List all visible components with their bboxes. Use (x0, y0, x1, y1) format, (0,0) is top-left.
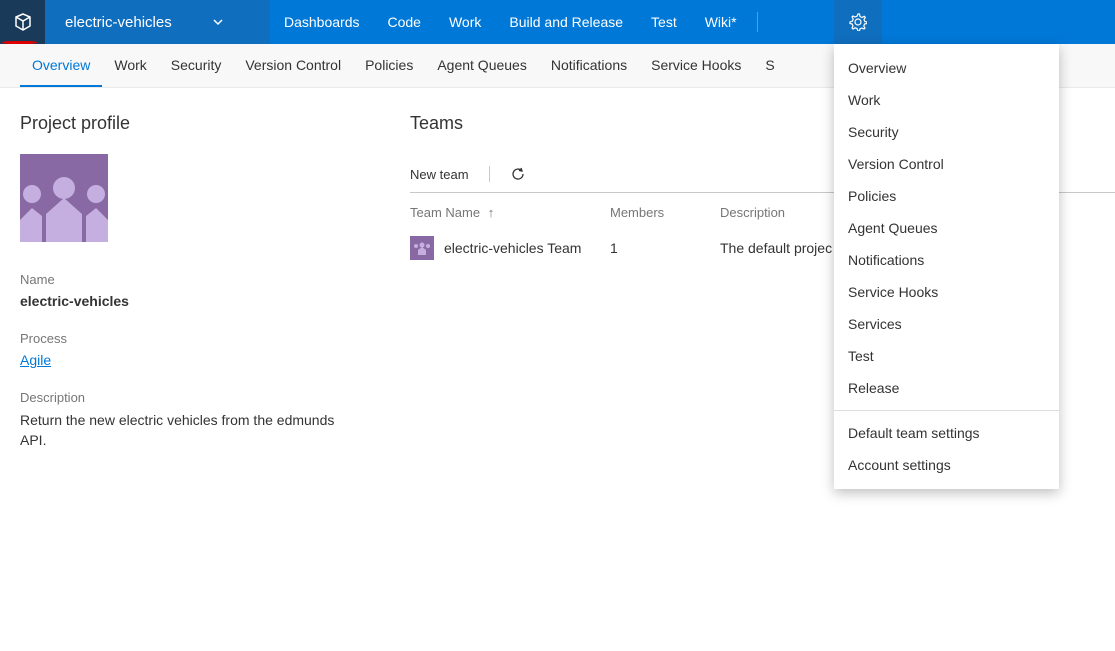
settings-dropdown-menu: Overview Work Security Version Control P… (834, 44, 1059, 489)
nav-test[interactable]: Test (637, 0, 691, 44)
refresh-icon[interactable] (510, 166, 526, 182)
vsts-logo-icon (13, 12, 33, 32)
menu-notifications[interactable]: Notifications (834, 244, 1059, 276)
subnav-agent-queues[interactable]: Agent Queues (425, 44, 539, 87)
gear-icon (849, 13, 867, 31)
process-label: Process (20, 331, 350, 346)
team-row-members: 1 (610, 240, 720, 256)
subnav-overview[interactable]: Overview (20, 44, 102, 87)
menu-agent-queues[interactable]: Agent Queues (834, 212, 1059, 244)
menu-divider (834, 410, 1059, 411)
name-value: electric-vehicles (20, 293, 350, 309)
description-value: Return the new electric vehicles from th… (20, 411, 350, 450)
chevron-down-icon (212, 16, 224, 28)
sort-asc-icon: ↑ (488, 205, 495, 220)
new-team-button[interactable]: New team (410, 167, 469, 182)
team-row-icon (410, 236, 434, 260)
subnav-work[interactable]: Work (102, 44, 158, 87)
project-avatar[interactable] (20, 154, 108, 242)
subnav-policies[interactable]: Policies (353, 44, 425, 87)
vsts-logo[interactable] (0, 0, 45, 44)
nav-separator (757, 12, 758, 32)
profile-title: Project profile (20, 113, 350, 134)
menu-service-hooks[interactable]: Service Hooks (834, 276, 1059, 308)
settings-gear-button[interactable] (834, 0, 882, 44)
name-label: Name (20, 272, 350, 287)
nav-work[interactable]: Work (435, 0, 495, 44)
project-name-label: electric-vehicles (65, 14, 172, 31)
menu-arrow-indicator (852, 44, 864, 50)
team-avatar-icon (20, 172, 108, 242)
toolbar-separator (489, 166, 490, 182)
subnav-service-hooks[interactable]: Service Hooks (639, 44, 753, 87)
menu-policies[interactable]: Policies (834, 180, 1059, 212)
project-selector[interactable]: electric-vehicles (45, 0, 270, 44)
nav-build-release[interactable]: Build and Release (495, 0, 637, 44)
annotation-underline (2, 41, 37, 44)
menu-work[interactable]: Work (834, 84, 1059, 116)
menu-version-control[interactable]: Version Control (834, 148, 1059, 180)
menu-overview[interactable]: Overview (834, 52, 1059, 84)
subnav-overflow[interactable]: S (753, 44, 786, 87)
col-header-members[interactable]: Members (610, 205, 720, 220)
menu-test[interactable]: Test (834, 340, 1059, 372)
description-label: Description (20, 390, 350, 405)
menu-security[interactable]: Security (834, 116, 1059, 148)
team-row-name: electric-vehicles Team (444, 240, 581, 256)
top-bar: electric-vehicles Dashboards Code Work B… (0, 0, 1115, 44)
nav-wiki[interactable]: Wiki* (691, 0, 751, 44)
process-link[interactable]: Agile (20, 352, 51, 368)
menu-default-team-settings[interactable]: Default team settings (834, 417, 1059, 449)
col-header-name[interactable]: Team Name ↑ (410, 205, 610, 220)
project-profile-panel: Project profile Name electric-vehicles P… (20, 113, 350, 472)
menu-release[interactable]: Release (834, 372, 1059, 404)
process-value: Agile (20, 352, 350, 368)
nav-dashboards[interactable]: Dashboards (270, 0, 374, 44)
subnav-security[interactable]: Security (159, 44, 234, 87)
subnav-notifications[interactable]: Notifications (539, 44, 639, 87)
menu-account-settings[interactable]: Account settings (834, 449, 1059, 481)
nav-code[interactable]: Code (374, 0, 435, 44)
subnav-version-control[interactable]: Version Control (233, 44, 353, 87)
menu-services[interactable]: Services (834, 308, 1059, 340)
